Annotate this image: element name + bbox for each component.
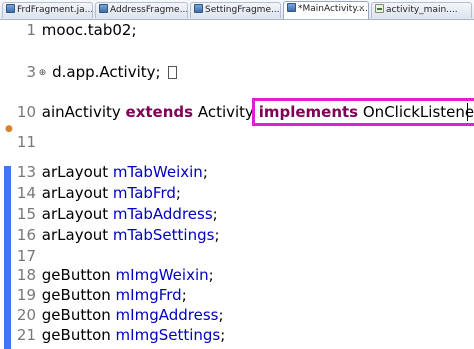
- tab-label: FrdFragment.ja...: [17, 5, 93, 15]
- annotation-highlight-box: [252, 98, 474, 126]
- code-line: 20 geButton mImgAddress;: [8, 305, 224, 325]
- semicolon: ;: [220, 326, 226, 344]
- line-text: arLayout mTabSettings;: [41, 226, 220, 244]
- line-number: 17: [16, 247, 36, 265]
- line-text: geButton mImgFrd;: [41, 286, 187, 304]
- code-line: 18 geButton mImgWeixin;: [8, 265, 214, 285]
- code-text: Activity: [193, 103, 259, 121]
- code-line: 17: [8, 246, 37, 266]
- code-line: 3 ⊕ d.app.Activity;: [8, 62, 178, 83]
- code-line: 1 mooc.tab02;: [8, 20, 137, 40]
- type-name: geButton: [41, 306, 116, 324]
- line-number: 10: [16, 103, 36, 121]
- type-name: arLayout: [41, 184, 113, 202]
- code-line: 14 arLayout mTabFrd;: [8, 183, 181, 203]
- code-line: 19 geButton mImgFrd;: [8, 285, 187, 305]
- field-name: mTabAddress: [112, 205, 213, 223]
- java-file-icon: [287, 3, 296, 12]
- line-text: arLayout mTabAddress;: [41, 205, 218, 223]
- code-line: 13 arLayout mTabWeixin;: [8, 162, 208, 182]
- type-name: arLayout: [41, 205, 113, 223]
- type-name: geButton: [41, 326, 116, 344]
- line-number: 18: [16, 266, 36, 284]
- tab-label: activity_main....: [386, 5, 458, 15]
- code-line: 15 arLayout mTabAddress;: [8, 204, 218, 224]
- line-text: mooc.tab02;: [41, 21, 137, 39]
- code-line: 21 geButton mImgSettings;: [8, 325, 225, 345]
- field-name: mTabWeixin: [112, 163, 203, 181]
- tab-mainactivity[interactable]: *MainActivity.... ✕: [283, 1, 369, 19]
- line-text: geButton mImgWeixin;: [41, 266, 214, 284]
- line-text: [36, 247, 37, 265]
- line-number: 14: [16, 184, 36, 202]
- line-number: 1: [26, 21, 36, 39]
- fold-expand-icon[interactable]: ⊕: [39, 63, 47, 83]
- text-cursor: [467, 103, 468, 121]
- line-number: 16: [16, 226, 36, 244]
- code-text: ainActivity: [41, 103, 126, 121]
- line-number: 3: [26, 63, 36, 81]
- field-name: mImgFrd: [115, 286, 182, 304]
- semicolon: ;: [181, 286, 187, 304]
- line-text: geButton mImgSettings;: [41, 326, 226, 344]
- line-number: 11: [16, 133, 36, 151]
- field-name: mImgWeixin: [115, 266, 209, 284]
- java-file-icon: [194, 4, 203, 13]
- line-text: arLayout mTabWeixin;: [41, 163, 208, 181]
- close-icon[interactable]: ✕: [358, 2, 365, 16]
- editor-tab-bar: FrdFragment.ja... AddressFragme... Setti…: [0, 0, 474, 20]
- tab-settingfragment[interactable]: SettingFragme...: [190, 2, 281, 18]
- keyword-extends: extends: [125, 103, 194, 121]
- semicolon: ;: [212, 205, 218, 223]
- xml-file-icon: [375, 4, 384, 13]
- java-file-icon: [99, 4, 108, 13]
- type-name: arLayout: [41, 226, 113, 244]
- line-number: 19: [16, 286, 36, 304]
- tab-frdfragment[interactable]: FrdFragment.ja...: [2, 2, 93, 18]
- semicolon: ;: [214, 226, 220, 244]
- tab-addressfragment[interactable]: AddressFragme...: [95, 2, 188, 18]
- code-line: 11: [8, 132, 37, 152]
- line-text: arLayout mTabFrd;: [41, 184, 181, 202]
- semicolon: ;: [175, 184, 181, 202]
- line-text: geButton mImgAddress;: [41, 306, 224, 324]
- semicolon: ;: [202, 163, 208, 181]
- field-name: mTabSettings: [112, 226, 215, 244]
- field-name: mTabFrd: [112, 184, 176, 202]
- code-line: 16 arLayout mTabSettings;: [8, 225, 220, 245]
- line-number: 15: [16, 205, 36, 223]
- tab-label: SettingFragme...: [205, 5, 280, 15]
- line-number: 21: [16, 326, 36, 344]
- type-name: geButton: [41, 286, 116, 304]
- semicolon: ;: [208, 266, 214, 284]
- tab-label: AddressFragme...: [110, 5, 188, 15]
- type-name: arLayout: [41, 163, 113, 181]
- code-editor[interactable]: ● 1 mooc.tab02; 3 ⊕ d.app.Activity; 10 a…: [0, 20, 474, 349]
- semicolon: ;: [218, 306, 224, 324]
- line-number: 20: [16, 306, 36, 324]
- line-number: 13: [16, 163, 36, 181]
- line-text: [36, 133, 37, 151]
- tab-activity-main[interactable]: activity_main....: [371, 2, 472, 18]
- line-text: d.app.Activity;: [52, 63, 161, 81]
- field-name: mImgSettings: [115, 326, 221, 344]
- type-name: geButton: [41, 266, 116, 284]
- field-name: mImgAddress: [115, 306, 219, 324]
- folded-code-box-icon[interactable]: [168, 66, 178, 79]
- java-file-icon: [6, 4, 15, 13]
